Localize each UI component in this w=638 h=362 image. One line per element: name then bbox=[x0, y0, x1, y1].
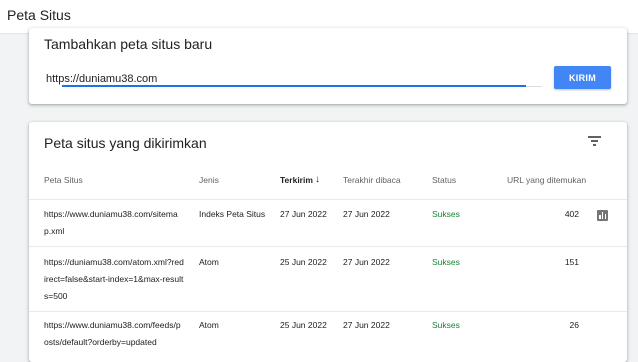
row-divider bbox=[29, 311, 627, 312]
arrow-downward-icon[interactable]: ↓ bbox=[315, 174, 320, 185]
column-header-type[interactable]: Jenis bbox=[199, 175, 219, 185]
row-3-type: Atom bbox=[199, 320, 219, 330]
row-2-submitted: 25 Jun 2022 bbox=[280, 257, 327, 267]
row-1-urls: 402 bbox=[564, 209, 579, 219]
column-header-sitemap[interactable]: Peta Situs bbox=[44, 175, 83, 185]
input-underline bbox=[526, 86, 542, 87]
row-divider bbox=[29, 246, 627, 247]
filter-list-icon[interactable] bbox=[588, 135, 602, 147]
header-divider bbox=[29, 199, 627, 200]
submitted-sitemaps-card: Peta situs yang dikirimkan Peta Situs Je… bbox=[29, 122, 627, 362]
column-header-status[interactable]: Status bbox=[432, 175, 456, 185]
column-header-urls[interactable]: URL yang ditemukan bbox=[507, 175, 586, 185]
row-3-urls: 26 bbox=[569, 320, 579, 330]
column-header-submitted[interactable]: Terkirim bbox=[280, 175, 313, 185]
submit-button[interactable]: KIRIM bbox=[554, 66, 611, 89]
bar-chart-icon[interactable] bbox=[597, 210, 608, 221]
page-title: Peta Situs bbox=[7, 7, 71, 23]
input-focus-underline bbox=[62, 85, 526, 87]
row-3-url[interactable]: https://www.duniamu38.com/feeds/posts/de… bbox=[44, 317, 184, 351]
row-3-submitted: 25 Jun 2022 bbox=[280, 320, 327, 330]
add-sitemap-card: Tambahkan peta situs baru KIRIM bbox=[29, 28, 627, 104]
row-1-status: Sukses bbox=[432, 209, 460, 219]
column-header-last-read[interactable]: Terakhir dibaca bbox=[343, 175, 401, 185]
row-2-type: Atom bbox=[199, 257, 219, 267]
row-1-last-read: 27 Jun 2022 bbox=[343, 209, 390, 219]
row-2-last-read: 27 Jun 2022 bbox=[343, 257, 390, 267]
submitted-sitemaps-heading: Peta situs yang dikirimkan bbox=[44, 135, 207, 151]
add-sitemap-heading: Tambahkan peta situs baru bbox=[44, 36, 213, 52]
row-1-submitted: 27 Jun 2022 bbox=[280, 209, 327, 219]
row-3-last-read: 27 Jun 2022 bbox=[343, 320, 390, 330]
row-1-url[interactable]: https://www.duniamu38.com/sitemap.xml bbox=[44, 206, 184, 240]
row-2-status: Sukses bbox=[432, 257, 460, 267]
row-2-urls: 151 bbox=[564, 257, 579, 267]
row-2-url[interactable]: https://duniamu38.com/atom.xml?redirect=… bbox=[44, 254, 184, 305]
row-1-type: Indeks Peta Situs bbox=[199, 209, 266, 219]
row-3-status: Sukses bbox=[432, 320, 460, 330]
